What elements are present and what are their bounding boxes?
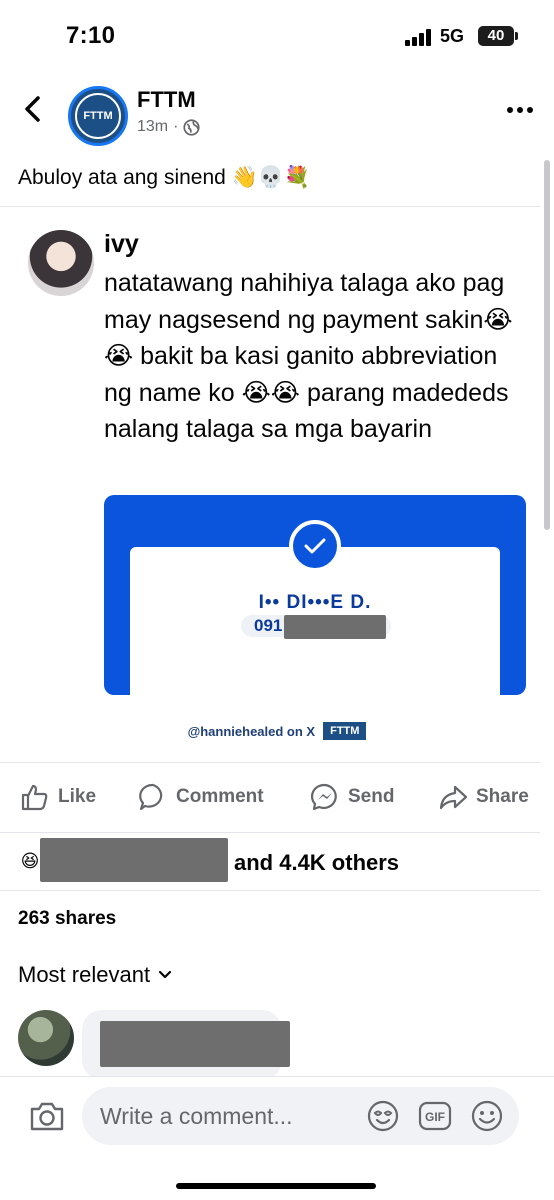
post-time[interactable]: 13m bbox=[137, 118, 168, 136]
status-bar: 7:10 5G 40 bbox=[0, 0, 554, 70]
page-avatar[interactable]: FTTM bbox=[68, 86, 128, 146]
meta-separator: · bbox=[173, 118, 179, 135]
action-bar: Like Comment Send Share bbox=[0, 782, 554, 826]
status-time: 7:10 bbox=[66, 22, 116, 49]
share-icon bbox=[439, 785, 468, 810]
page-avatar-text: FTTM bbox=[75, 93, 121, 139]
divider bbox=[0, 832, 540, 833]
battery-icon: 40 bbox=[478, 26, 518, 46]
shares-count[interactable]: 263 shares bbox=[18, 908, 116, 930]
redaction-bar bbox=[40, 838, 228, 882]
reactions-count: and 4.4K others bbox=[234, 850, 400, 875]
commenter-avatar[interactable] bbox=[18, 1010, 74, 1066]
divider bbox=[0, 206, 540, 207]
post-header: FTTM FTTM 13m · bbox=[0, 70, 554, 150]
sort-label: Most relevant bbox=[18, 962, 151, 987]
share-button[interactable]: Share bbox=[438, 782, 529, 812]
signal-icon bbox=[405, 29, 435, 46]
like-button[interactable]: Like bbox=[20, 782, 96, 812]
comment-composer: Write a comment... GIF bbox=[0, 1076, 554, 1200]
more-icon[interactable] bbox=[506, 106, 534, 114]
comment-label: Comment bbox=[176, 786, 264, 807]
comment-sort-dropdown[interactable]: Most relevant bbox=[18, 962, 172, 988]
like-label: Like bbox=[58, 786, 97, 807]
scrollbar[interactable] bbox=[544, 160, 550, 530]
redaction-bar bbox=[284, 615, 386, 639]
divider bbox=[0, 890, 540, 891]
comment-button[interactable]: Comment bbox=[138, 782, 264, 812]
receipt-number: 091 bbox=[254, 616, 283, 635]
messenger-icon bbox=[310, 783, 337, 811]
avatar-sticker-icon[interactable] bbox=[366, 1099, 400, 1133]
camera-icon[interactable] bbox=[28, 1097, 66, 1135]
share-label: Share bbox=[476, 786, 529, 807]
emoji-icon[interactable] bbox=[470, 1099, 504, 1133]
globe-icon bbox=[183, 118, 201, 136]
svg-text:GIF: GIF bbox=[425, 1110, 445, 1124]
post-caption: Abuloy ata ang sinend 👋💀💐 bbox=[18, 166, 311, 189]
divider bbox=[0, 762, 540, 763]
receipt-masked-name: I•• DI•••E D. bbox=[258, 592, 372, 613]
back-icon[interactable] bbox=[18, 94, 48, 124]
comment-input[interactable]: Write a comment... bbox=[82, 1087, 519, 1145]
chevron-down-icon bbox=[158, 970, 172, 979]
watermark: @hanniehealed on X FTTM bbox=[0, 722, 554, 740]
haha-reaction-icon: 😆 bbox=[20, 851, 40, 871]
tweet-author-avatar bbox=[28, 230, 94, 296]
tweet-text: natatawang nahihiya talaga ako pag may n… bbox=[104, 269, 513, 443]
page-name[interactable]: FTTM bbox=[137, 87, 196, 113]
watermark-handle: @hanniehealed on X bbox=[187, 723, 316, 739]
payment-receipt-image: I•• DI•••E D. 091 bbox=[104, 495, 526, 695]
send-button[interactable]: Send bbox=[310, 782, 394, 812]
send-label: Send bbox=[348, 786, 395, 807]
watermark-logo: FTTM bbox=[323, 722, 367, 740]
network-label: 5G bbox=[440, 26, 465, 46]
redaction-bar bbox=[100, 1021, 290, 1067]
post-meta: 13m · bbox=[137, 118, 201, 136]
like-icon bbox=[21, 784, 48, 811]
reactions-summary[interactable]: 😆 and 4.4K others bbox=[0, 838, 554, 884]
home-indicator bbox=[176, 1183, 376, 1189]
gif-icon[interactable]: GIF bbox=[418, 1099, 452, 1133]
tweet-author-name: ivy bbox=[104, 230, 139, 258]
check-icon bbox=[289, 520, 341, 572]
comment-icon bbox=[139, 783, 163, 811]
